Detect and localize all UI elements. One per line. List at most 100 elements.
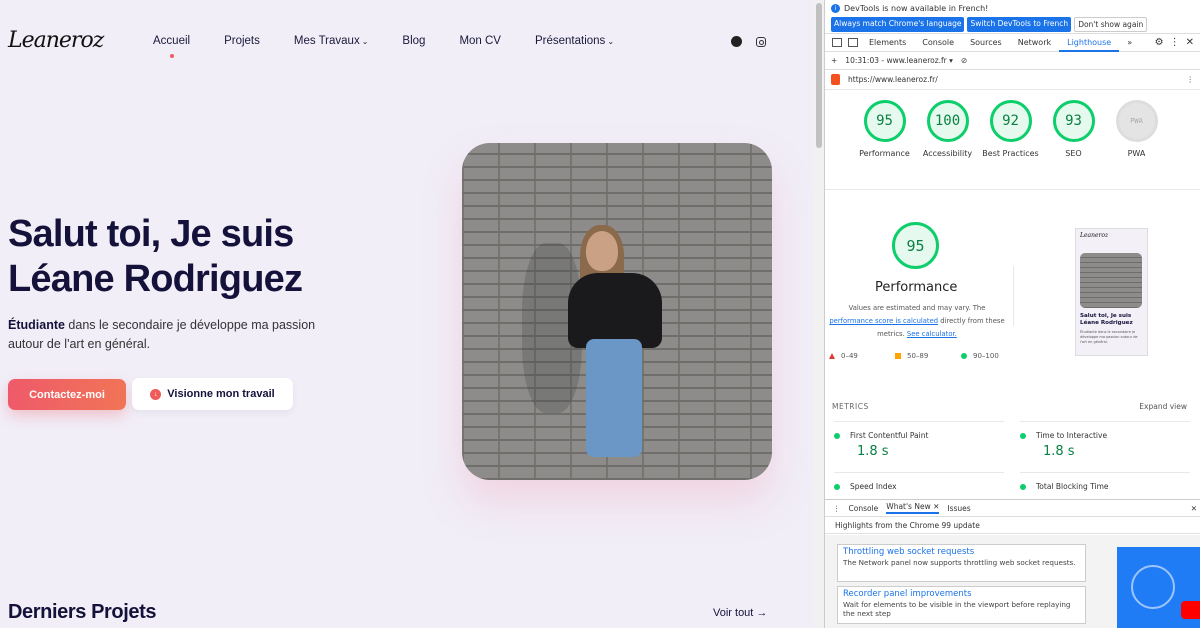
nav-item-accueil[interactable]: Accueil — [153, 35, 190, 58]
drawer-tab-console[interactable]: Console — [849, 504, 879, 513]
chevron-down-icon: ⌄ — [607, 37, 615, 46]
metric-fcp: First Contentful Paint 1.8 s — [834, 421, 1004, 459]
score-ring: 95 — [863, 100, 906, 142]
news-card[interactable]: Recorder panel improvements Wait for ele… — [837, 586, 1086, 624]
expand-view-toggle[interactable]: Expand view — [1139, 402, 1187, 411]
devtools-panel: i DevTools is now available in French! A… — [824, 0, 1200, 628]
gauge-label: Accessibility — [922, 149, 973, 158]
metric-value: 1.8 s — [1043, 444, 1075, 459]
whats-new-video-thumbnail[interactable] — [1117, 547, 1200, 628]
circle-icon — [1020, 483, 1026, 490]
metric-tti: Time to Interactive 1.8 s — [1020, 421, 1190, 459]
circle-icon — [834, 432, 840, 439]
performance-description: Values are estimated and may vary. The p… — [827, 302, 1007, 341]
tab-network[interactable]: Network — [1010, 34, 1059, 52]
tab-elements[interactable]: Elements — [861, 34, 914, 52]
drawer-menu-icon[interactable]: ⋮ — [833, 504, 841, 513]
gauge-performance[interactable]: 95 Performance — [853, 100, 916, 189]
report-selector[interactable]: 10:31:03 - www.leaneroz.fr ▾ — [845, 56, 953, 65]
legend-fail: 0–49 — [829, 352, 895, 360]
hero-subtitle: Étudiante dans le secondaire je développ… — [8, 316, 328, 354]
nav-item-presentations[interactable]: Présentations ⌄ — [535, 35, 614, 47]
github-icon[interactable] — [731, 36, 742, 47]
gauge-best-practices[interactable]: 92 Best Practices — [979, 100, 1042, 189]
gauge-label: SEO — [1065, 149, 1082, 158]
hero-title: Salut toi, Je suis Léane Rodriguez — [8, 212, 303, 302]
video-graphic — [1131, 565, 1175, 609]
tab-sources[interactable]: Sources — [962, 34, 1010, 52]
page-scroll-thumb[interactable] — [816, 3, 822, 148]
more-tabs-icon[interactable]: » — [1119, 34, 1140, 52]
metrics-header: METRICS Expand view — [832, 402, 1187, 411]
devtools-tabbar: Elements Console Sources Network Lightho… — [825, 34, 1200, 52]
drawer-tab-whats-new-label: What's New — [886, 502, 931, 511]
site-logo[interactable]: Leaneroz — [8, 28, 104, 53]
thumbnail-photo — [1080, 253, 1142, 308]
youtube-play-icon[interactable] — [1181, 601, 1200, 619]
thumbnail-text: Étudiante dans le secondaire je développ… — [1080, 330, 1138, 344]
close-devtools-icon[interactable]: ✕ — [1186, 37, 1194, 48]
metric-name: Time to Interactive — [1036, 431, 1108, 440]
calculator-link[interactable]: See calculator. — [907, 330, 957, 338]
clear-reports-icon[interactable]: ⊘ — [961, 56, 967, 65]
tab-lighthouse[interactable]: Lighthouse — [1059, 34, 1120, 52]
legend-pass: 90–100 — [961, 352, 1027, 360]
gauge-label: PWA — [1127, 149, 1146, 158]
settings-gear-icon[interactable]: ⚙ — [1155, 37, 1164, 48]
metric-name: Total Blocking Time — [1036, 482, 1109, 491]
gauge-accessibility[interactable]: 100 Accessibility — [916, 100, 979, 189]
view-work-button[interactable]: ↓ Visionne mon travail — [132, 378, 293, 410]
nav-item-blog[interactable]: Blog — [402, 35, 425, 47]
see-all-link[interactable]: Voir tout → — [713, 607, 767, 619]
metrics-label: METRICS — [832, 402, 869, 411]
news-title[interactable]: Throttling web socket requests — [843, 547, 1080, 557]
drawer-tab-issues[interactable]: Issues — [947, 504, 970, 513]
arrow-right-icon: → — [756, 607, 768, 619]
performance-score-ring: 95 — [892, 222, 939, 269]
hero-title-line1: Salut toi, Je suis — [8, 213, 294, 255]
contact-button[interactable]: Contactez-moi — [8, 379, 126, 410]
match-language-button[interactable]: Always match Chrome's language — [831, 17, 965, 32]
triangle-icon — [829, 353, 835, 359]
hero-photo — [462, 143, 772, 480]
nav-item-mon-cv[interactable]: Mon CV — [459, 35, 501, 47]
gauge-seo[interactable]: 93 SEO — [1042, 100, 1105, 189]
devtools-drawer: ⋮ Console What's New ✕ Issues ✕ Highligh… — [825, 499, 1200, 628]
circle-icon — [961, 353, 967, 359]
chevron-down-icon: ⌄ — [361, 37, 369, 46]
metric-tbt: Total Blocking Time — [1020, 472, 1190, 491]
circle-icon — [1020, 432, 1026, 439]
final-screenshot-thumbnail[interactable]: Leaneroz Salut toi, Je suis Léane Rodrig… — [1075, 228, 1148, 356]
score-ring: 100 — [926, 100, 969, 142]
drawer-tab-whats-new[interactable]: What's New ✕ — [886, 502, 940, 514]
metric-value: 1.8 s — [857, 444, 889, 459]
dont-show-again-button[interactable]: Don't show again — [1074, 17, 1148, 32]
legend-average: 50–89 — [895, 352, 961, 360]
news-title[interactable]: Recorder panel improvements — [843, 589, 1080, 599]
close-drawer-icon[interactable]: ✕ — [1191, 504, 1200, 513]
instagram-icon[interactable] — [756, 37, 766, 47]
report-url[interactable]: https://www.leaneroz.fr/ — [848, 75, 938, 84]
close-tab-icon[interactable]: ✕ — [933, 502, 939, 511]
performance-title: Performance — [875, 280, 958, 295]
switch-french-button[interactable]: Switch DevTools to French — [967, 17, 1072, 32]
device-toolbar-icon[interactable] — [848, 38, 858, 47]
score-calculated-link[interactable]: performance score is calculated — [829, 317, 938, 325]
thumbnail-logo: Leaneroz — [1080, 232, 1109, 239]
score-gauges: 95 Performance 100 Accessibility 92 Best… — [825, 90, 1200, 190]
gauge-pwa[interactable]: PWA PWA — [1105, 100, 1168, 189]
news-card[interactable]: Throttling web socket requests The Netwo… — [837, 544, 1086, 582]
legend-pass-label: 90–100 — [973, 352, 999, 360]
nav-item-projets[interactable]: Projets — [224, 35, 260, 47]
nav-item-mes-travaux[interactable]: Mes Travaux ⌄ — [294, 35, 369, 47]
tab-console[interactable]: Console — [914, 34, 962, 52]
photo-jeans — [586, 339, 642, 457]
report-menu-icon[interactable]: ⋮ — [1187, 75, 1200, 84]
new-report-icon[interactable]: + — [831, 56, 837, 65]
devtools-menu-icon[interactable]: ⋮ — [1170, 37, 1180, 48]
inspect-icon[interactable] — [832, 38, 842, 47]
performance-desc-pre: Values are estimated and may vary. The — [848, 304, 986, 312]
info-icon: i — [831, 3, 840, 13]
score-legend: 0–49 50–89 90–100 — [829, 352, 1027, 360]
infobar-text: DevTools is now available in French! — [844, 3, 989, 13]
